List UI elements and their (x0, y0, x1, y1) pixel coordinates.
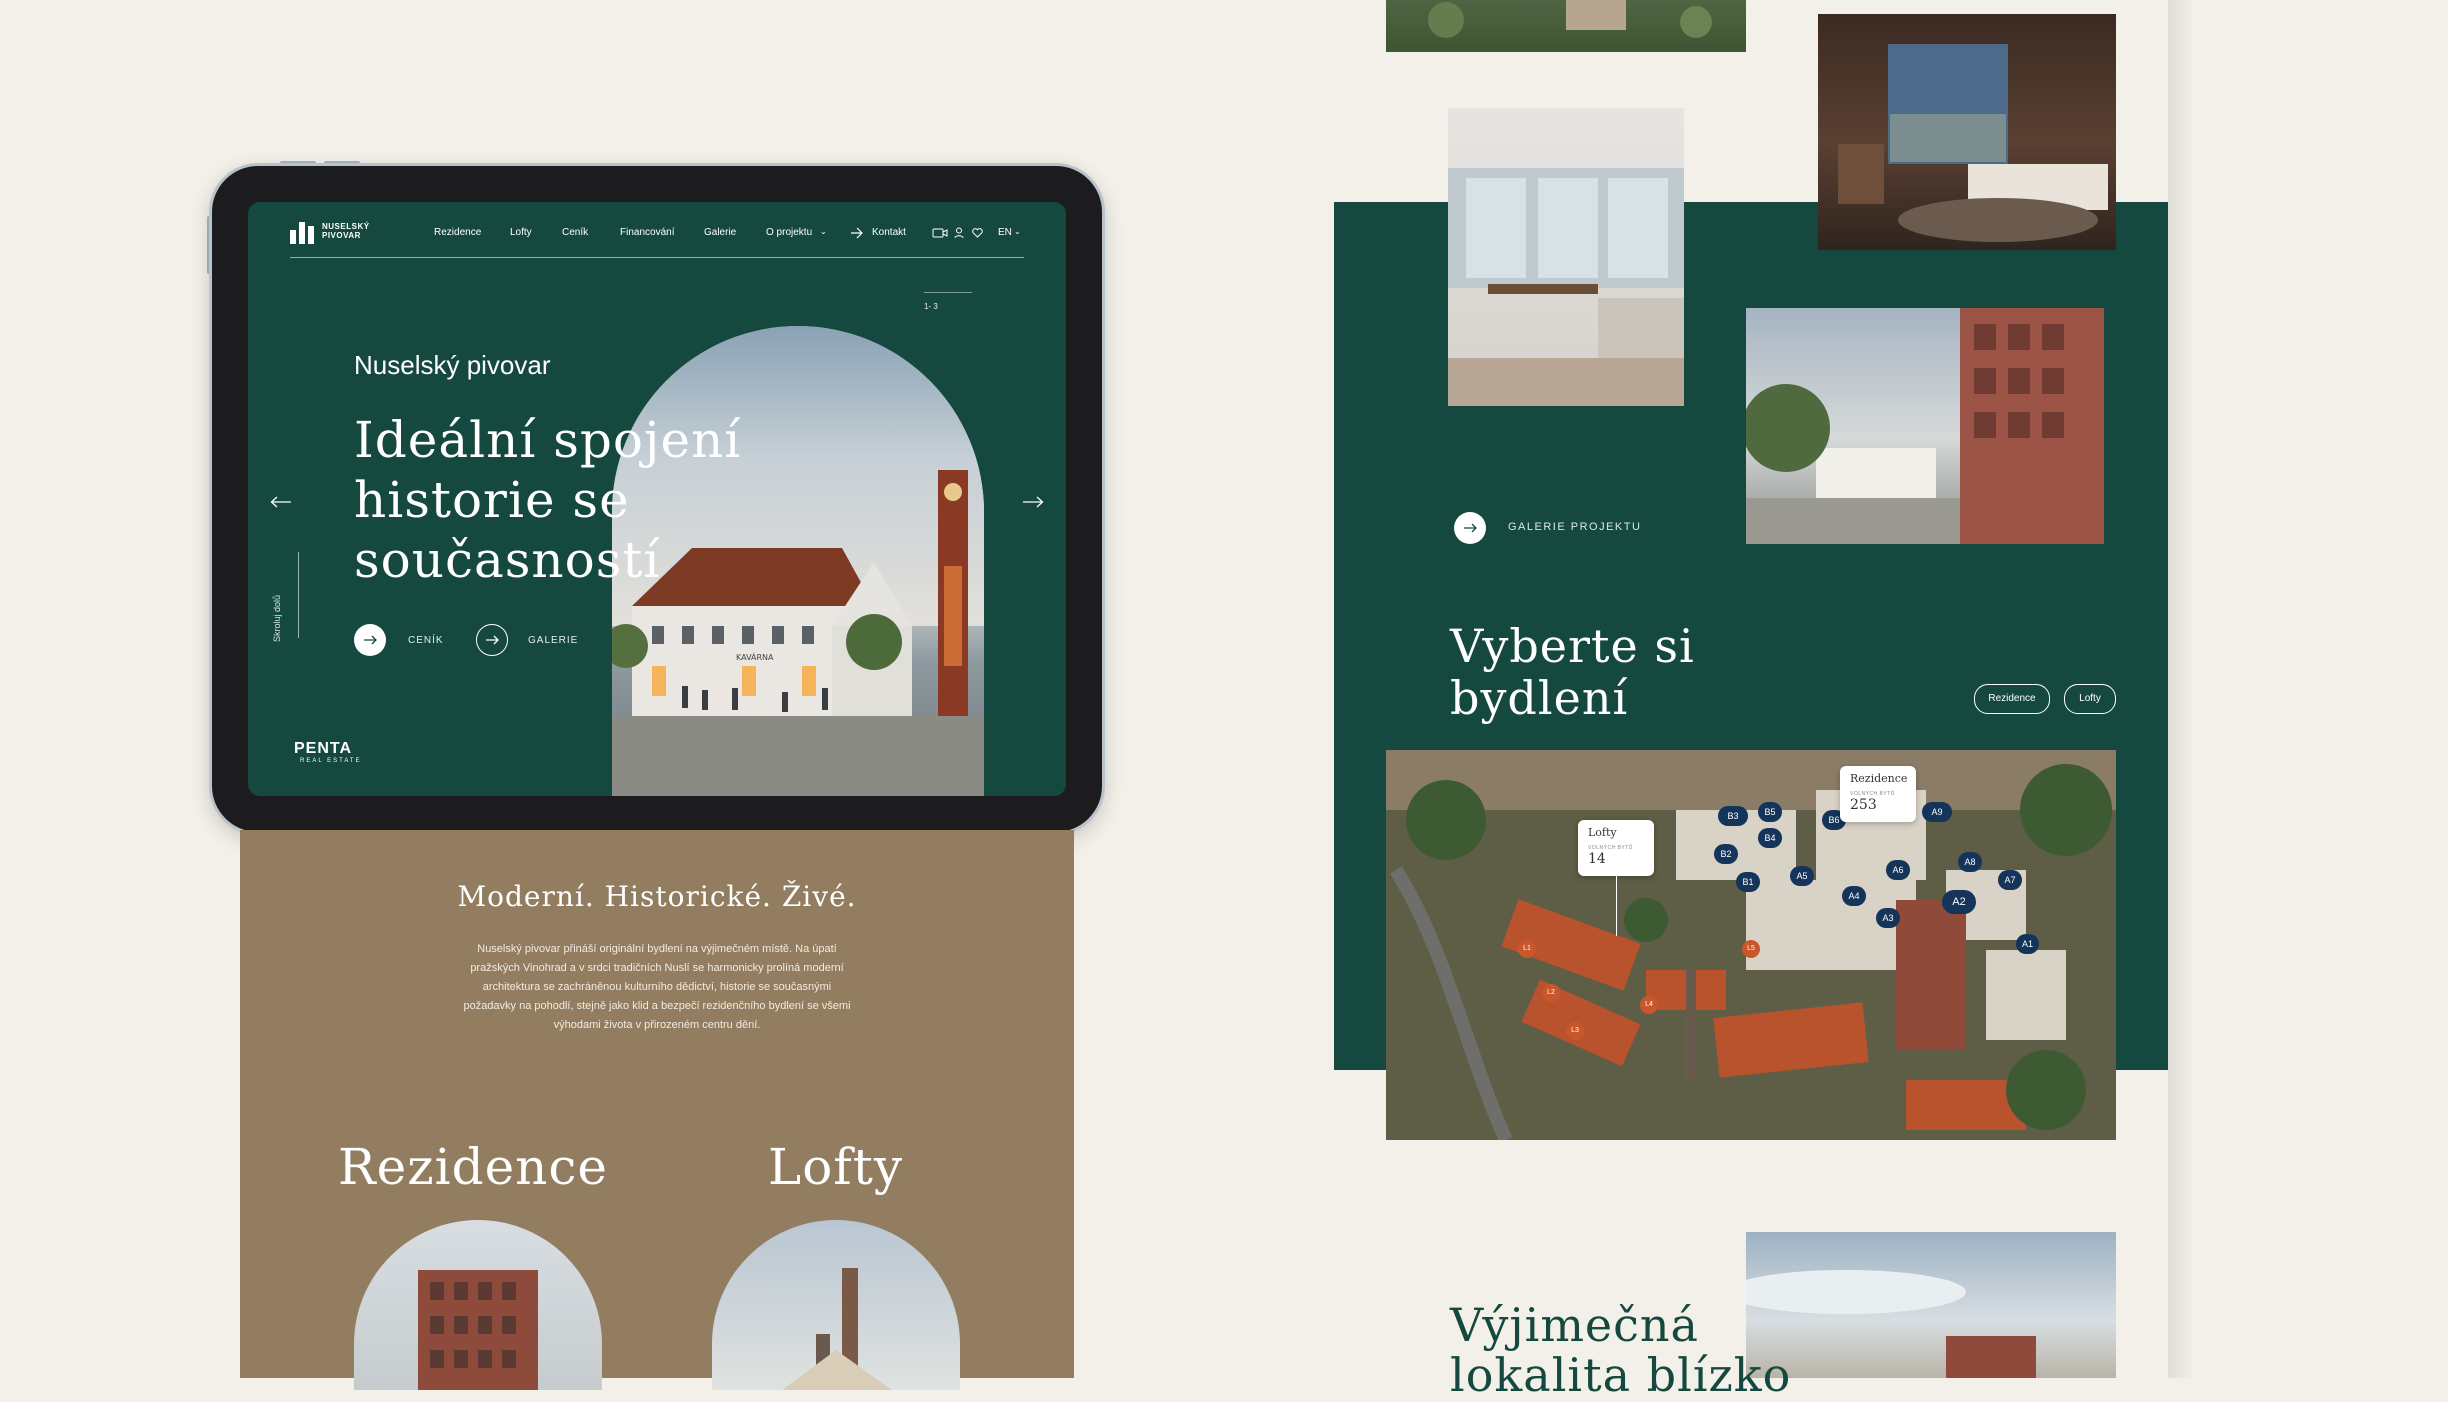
map-pin-l2[interactable]: L2 (1542, 984, 1560, 1002)
lofty-image[interactable] (712, 1220, 960, 1390)
penta-logo-sub: REAL ESTATE (300, 758, 362, 764)
map-pin-l5[interactable]: L5 (1742, 940, 1760, 958)
chevron-down-icon: ⌄ (1014, 227, 1021, 236)
garden-photo[interactable] (1386, 0, 1746, 52)
price-button-label[interactable]: CENÍK (408, 635, 444, 646)
intro-section: Moderní. Historické. Živé. Nuselský pivo… (240, 830, 1074, 1390)
rezidence-image[interactable] (354, 1220, 602, 1390)
map-pin-l4[interactable]: L4 (1640, 996, 1658, 1014)
arrow-right-icon (364, 635, 377, 645)
map-pin-b4[interactable]: B4 (1758, 828, 1782, 848)
dining-photo[interactable] (1448, 108, 1684, 406)
sign-text: KAVÁRNA (736, 651, 774, 662)
filter-pill-rezidence[interactable]: Rezidence (1974, 684, 2050, 714)
tablet-mockup: NUSELSKÝ PIVOVAR Rezidence Lofty Ceník F… (212, 166, 1102, 832)
gallery-project-label[interactable]: GALERIE PROJEKTU (1508, 521, 1641, 533)
nav-item-rezidence[interactable]: Rezidence (434, 227, 481, 238)
map-pin-l3[interactable]: L3 (1566, 1022, 1584, 1040)
map-pin-b1[interactable]: B1 (1736, 872, 1760, 892)
map-pin-a4[interactable]: A4 (1842, 886, 1866, 906)
map-pin-a5[interactable]: A5 (1790, 866, 1814, 886)
gallery-button[interactable] (476, 624, 508, 656)
arrow-left-icon[interactable] (270, 496, 292, 508)
card-count: 253 (1850, 797, 1877, 813)
column-shadow (2168, 0, 2194, 1378)
card-title: Rezidence (1850, 772, 1908, 785)
arrow-right-icon (486, 635, 499, 645)
intro-paragraph: Nuselský pivovar přináší originální bydl… (463, 943, 851, 1031)
arrow-right-icon (851, 227, 863, 239)
chevron-down-icon: ⌄ (820, 227, 827, 236)
type-title-lofty[interactable]: Lofty (768, 1138, 903, 1196)
map-pin-a9[interactable]: A9 (1922, 802, 1952, 822)
arrow-right-icon[interactable] (1022, 496, 1044, 508)
nav-item-financovani[interactable]: Financování (620, 227, 674, 238)
gallery-button-label[interactable]: GALERIE (528, 635, 578, 646)
scroll-line (298, 552, 299, 638)
intro-heading: Moderní. Historické. Živé. (457, 880, 857, 913)
nav-item-lofty[interactable]: Lofty (510, 227, 532, 238)
card-count: 14 (1588, 851, 1606, 867)
map-pin-b3[interactable]: B3 (1718, 806, 1748, 826)
nav-item-galerie[interactable]: Galerie (704, 227, 736, 238)
nav-divider (290, 257, 1024, 258)
logo-text[interactable]: NUSELSKÝ PIVOVAR (322, 222, 382, 240)
nav-item-cenik[interactable]: Ceník (562, 227, 588, 238)
nav-item-kontakt[interactable]: Kontakt (872, 227, 906, 238)
map-pin-a2[interactable]: A2 (1942, 890, 1976, 914)
choose-heading: Vyberte si bydlení (1450, 619, 1695, 725)
logo-line1: NUSELSKÝ (322, 222, 370, 231)
hero-screen: NUSELSKÝ PIVOVAR Rezidence Lofty Ceník F… (248, 202, 1066, 796)
street-photo[interactable] (1746, 308, 2104, 544)
type-title-rezidence[interactable]: Rezidence (338, 1138, 608, 1196)
map-pin-b5[interactable]: B5 (1758, 802, 1782, 822)
logo-line2: PIVOVAR (322, 231, 361, 240)
aerial-map[interactable]: B3 B5 B6 A9 B4 B2 B1 A5 A4 A6 A8 A7 A3 A… (1386, 750, 2116, 1140)
penta-logo: PENTA (294, 740, 353, 757)
nav-item-o-projektu[interactable]: O projektu (766, 227, 812, 238)
map-pin-a8[interactable]: A8 (1958, 852, 1982, 872)
filter-pill-lofty[interactable]: Lofty (2064, 684, 2116, 714)
heart-icon[interactable] (972, 228, 983, 238)
map-card-lofty[interactable]: Lofty VOLNÝCH BYTŮ 14 (1578, 820, 1654, 876)
map-pin-a7[interactable]: A7 (1998, 870, 2022, 890)
map-pin-a1[interactable]: A1 (2016, 934, 2040, 954)
map-pin-b2[interactable]: B2 (1714, 844, 1738, 864)
card-pointer-line (1616, 876, 1617, 936)
user-icon[interactable] (954, 227, 964, 239)
location-heading: Výjimečná lokalita blízko (1450, 1298, 1792, 1402)
gallery-project-button[interactable] (1454, 512, 1486, 544)
arrow-right-icon (1464, 523, 1477, 533)
slide-progress-line (924, 292, 972, 293)
map-pin-l1[interactable]: L1 (1518, 940, 1536, 958)
map-pin-a3[interactable]: A3 (1876, 908, 1900, 928)
map-pin-a6[interactable]: A6 (1886, 860, 1910, 880)
hero-headline: Ideální spojení historie se současností (354, 411, 742, 589)
video-icon[interactable] (932, 228, 948, 238)
hero-kicker: Nuselský pivovar (354, 350, 551, 380)
map-card-rezidence[interactable]: Rezidence VOLNÝCH BYTŮ 253 (1840, 766, 1916, 822)
scroll-down-label[interactable]: Skroluj dolů (272, 595, 282, 642)
logo-icon[interactable] (290, 222, 316, 244)
language-switch[interactable]: EN (998, 227, 1012, 238)
card-title: Lofty (1588, 826, 1617, 839)
bedroom-photo[interactable] (1818, 14, 2116, 250)
slide-counter: 1- 3 (924, 302, 938, 311)
price-button[interactable] (354, 624, 386, 656)
